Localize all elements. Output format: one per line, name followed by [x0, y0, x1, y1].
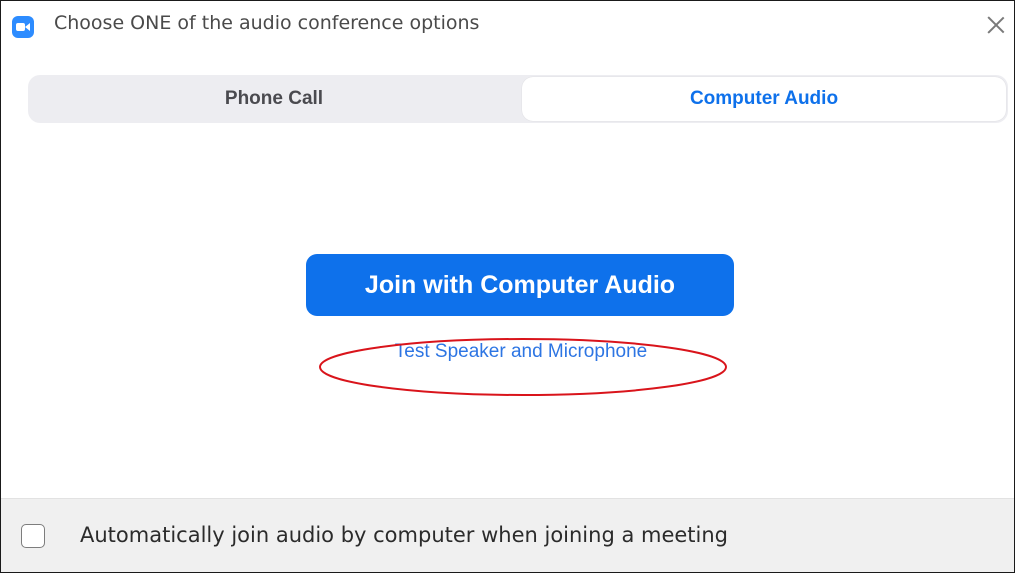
tab-phone-call[interactable]: Phone Call — [30, 77, 518, 121]
dialog-title: Choose ONE of the audio conference optio… — [54, 12, 480, 34]
title-bar: Choose ONE of the audio conference optio… — [1, 1, 1014, 53]
audio-options-dialog: Choose ONE of the audio conference optio… — [0, 0, 1015, 573]
footer-bar: Automatically join audio by computer whe… — [1, 498, 1014, 572]
annotation-circle — [319, 338, 727, 396]
close-icon[interactable] — [984, 13, 1008, 37]
join-with-computer-audio-button[interactable]: Join with Computer Audio — [306, 254, 734, 316]
zoom-camera-icon — [12, 16, 34, 38]
auto-join-label: Automatically join audio by computer whe… — [80, 523, 729, 547]
auto-join-checkbox[interactable] — [21, 524, 45, 548]
audio-option-tabs: Phone Call Computer Audio — [28, 75, 1008, 123]
tab-computer-audio[interactable]: Computer Audio — [522, 77, 1006, 121]
